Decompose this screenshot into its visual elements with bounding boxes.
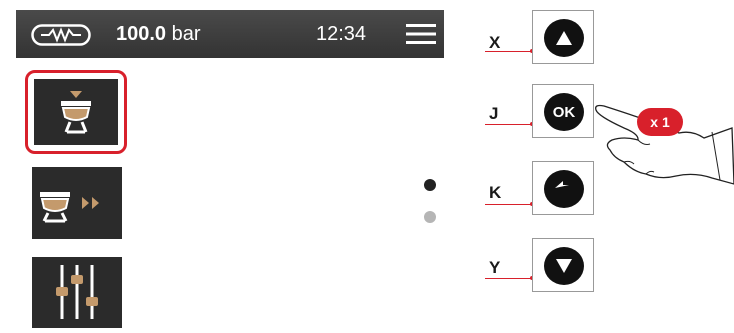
status-bar: 100.0 bar 12:34 [16,10,444,58]
menu-item-single-cup[interactable] [34,79,118,145]
heater-icon [31,24,91,46]
cup-forward-icon [40,192,99,223]
leader-line-k [485,204,531,205]
menu-item-settings[interactable] [32,257,122,328]
pressure-readout: 100.0 bar [116,22,201,46]
menu-icon[interactable] [406,24,436,44]
pointing-hand-icon [595,104,734,185]
clock: 12:34 [316,23,367,45]
page-indicator-dot-inactive [424,211,436,223]
settings-sliders-icon [56,265,98,319]
back-arrow-icon [555,181,569,188]
down-arrow-icon [556,259,572,273]
menu-item-selected-frame[interactable] [25,70,127,154]
press-count-badge: x 1 [637,108,683,136]
menu-item-cup-forward[interactable] [32,167,122,239]
key-label-x: X [489,33,501,52]
leader-line-y [485,278,531,279]
key-y-button[interactable] [544,247,584,285]
leader-line-x [485,51,531,52]
key-ok-button[interactable]: OK [544,93,584,131]
pressure-unit: bar [171,23,201,45]
page-indicator-dot-active [424,179,436,191]
key-label-k: K [489,183,502,202]
key-k-button[interactable] [544,170,584,208]
pressure-value: 100.0 [116,23,167,45]
single-cup-icon [61,91,91,134]
key-x-button[interactable] [544,19,584,57]
key-x-frame [532,10,594,64]
key-label-y: Y [489,258,501,277]
leader-line-j [485,124,531,125]
up-arrow-icon [556,31,572,45]
key-y-frame [532,238,594,292]
key-label-j: J [489,104,499,123]
ok-label: OK [552,103,576,121]
